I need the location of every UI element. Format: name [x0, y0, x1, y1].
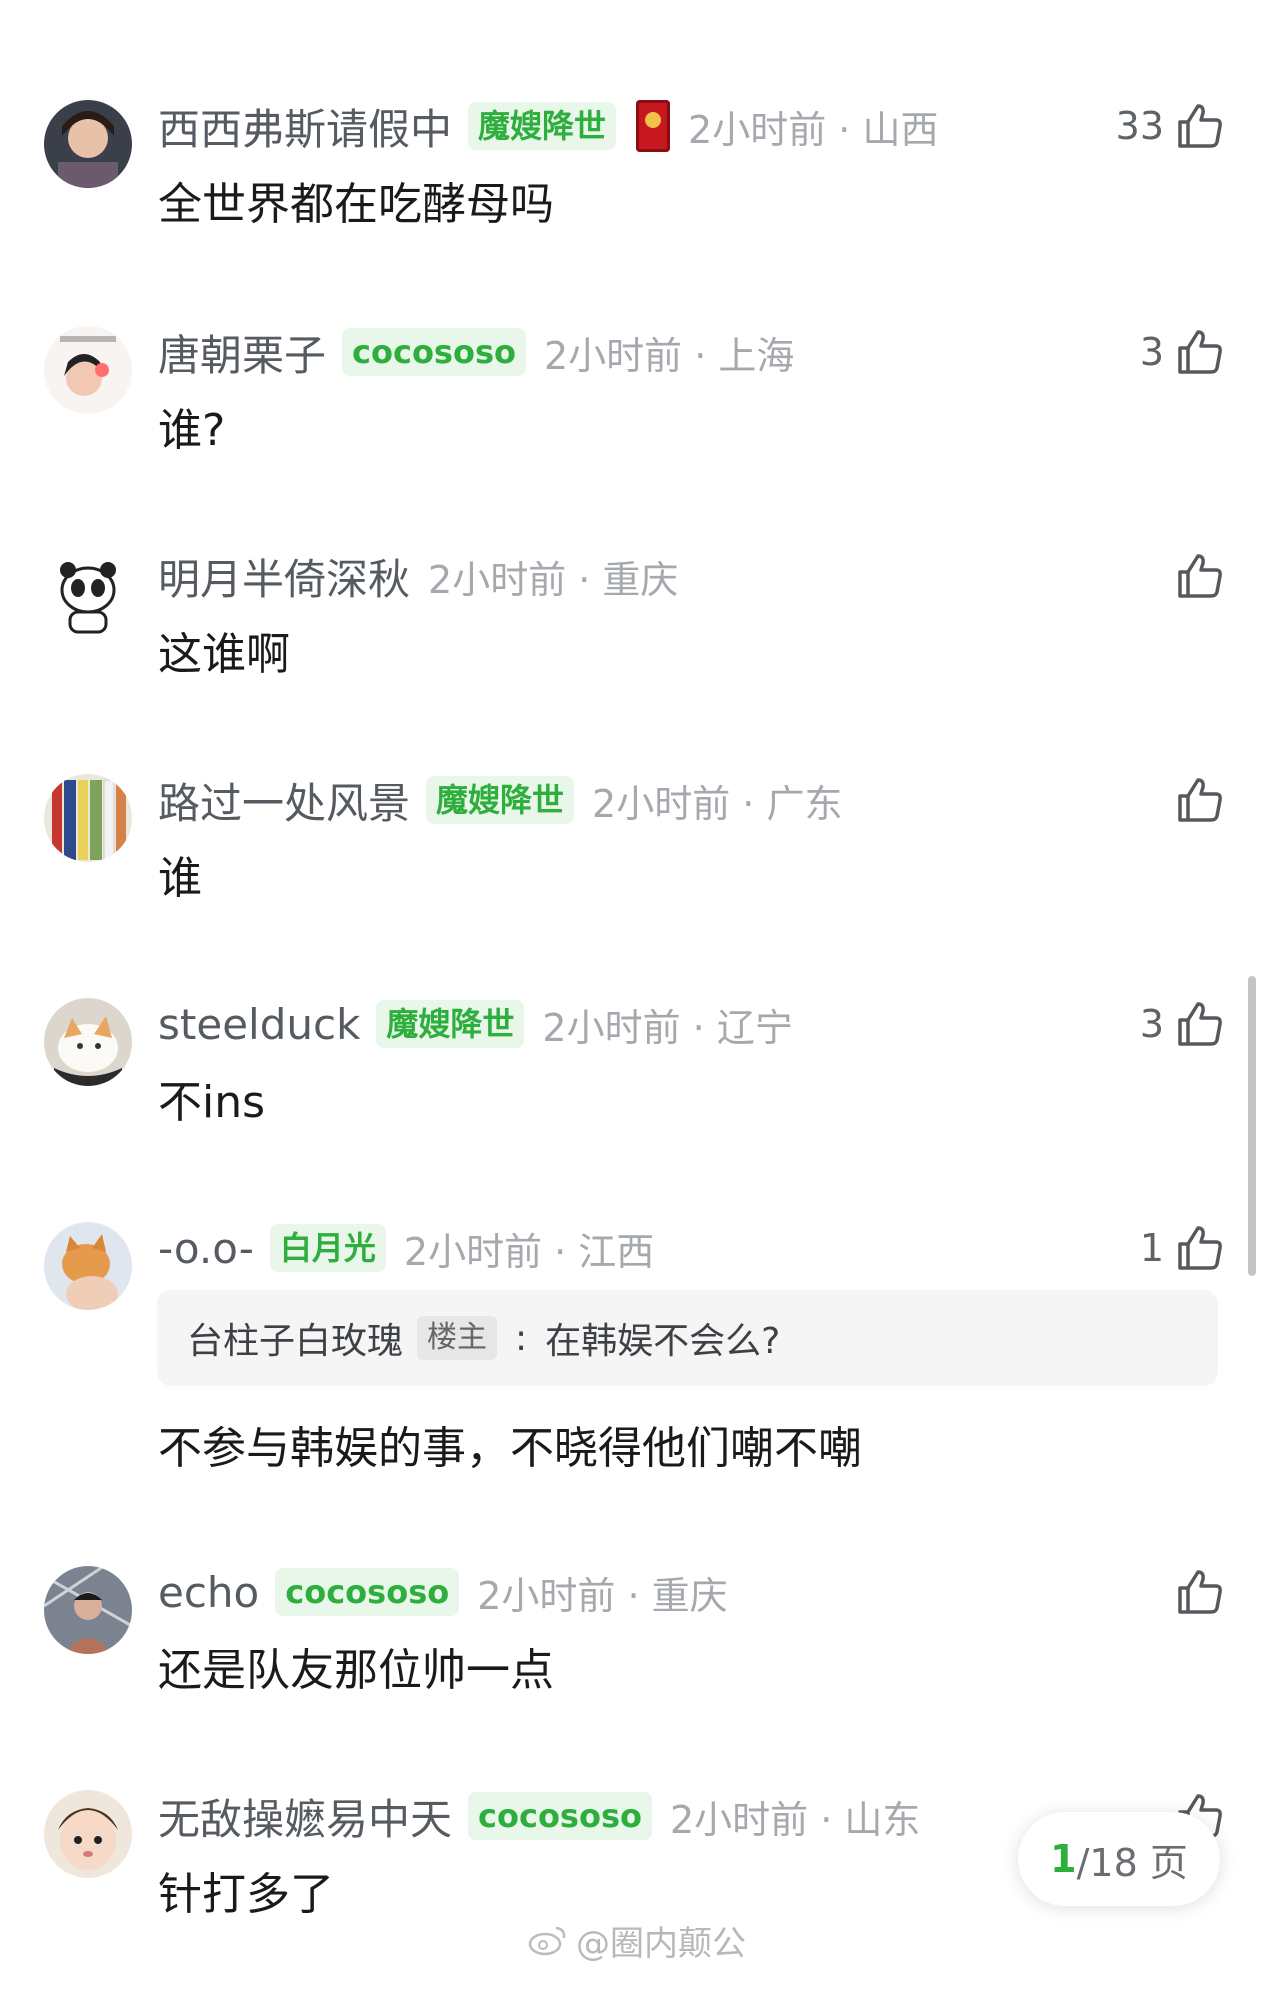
fan-badge[interactable]: cocososo: [275, 1568, 460, 1616]
comment-header: 唐朝栗子 cocososo 2小时前 · 上海: [158, 326, 795, 380]
quoted-text: 在韩娱不会么?: [545, 1321, 781, 1362]
like-count: 33: [1115, 104, 1164, 148]
fan-badge[interactable]: 魔嫂降世: [426, 776, 575, 824]
fan-badge[interactable]: cocososo: [342, 328, 526, 376]
medal-icon[interactable]: [636, 100, 671, 152]
timestamp-location: 2小时前 · 重庆: [428, 557, 679, 602]
timestamp-location: 2小时前 · 广东: [592, 781, 843, 826]
like-count: 3: [1139, 330, 1164, 374]
op-tag: 楼主: [417, 1316, 498, 1360]
comment-text: 不ins: [158, 1077, 266, 1128]
like-button[interactable]: 33: [1116, 100, 1226, 152]
like-button[interactable]: 1: [1140, 1222, 1226, 1274]
timestamp-location: 2小时前 · 江西: [403, 1229, 655, 1274]
username[interactable]: steelduck: [158, 1000, 360, 1049]
like-button[interactable]: [1164, 1566, 1226, 1618]
quoted-author[interactable]: 台柱子白玫瑰: [187, 1312, 403, 1364]
fan-badge[interactable]: 魔嫂降世: [376, 1000, 525, 1048]
page-total: /18 页: [1076, 1840, 1188, 1885]
comment-header: steelduck 魔嫂降世 2小时前 · 辽宁: [158, 998, 793, 1050]
thumbs-up-icon[interactable]: [1174, 774, 1226, 826]
comment-header: 西西弗斯请假中 魔嫂降世 2小时前 · 山西: [158, 100, 939, 154]
username[interactable]: 无敌操嬷易中天: [158, 1786, 452, 1847]
page-indicator-button[interactable]: 1 /18 页: [1018, 1812, 1220, 1906]
timestamp-location: 2小时前 · 辽宁: [542, 1005, 793, 1050]
username[interactable]: 明月半倚深秋: [158, 546, 410, 607]
comment-text: 不参与韩娱的事，不晓得他们嘲不嘲: [158, 1423, 862, 1474]
like-button[interactable]: 3: [1140, 326, 1226, 378]
thumbs-up-icon[interactable]: [1174, 1566, 1226, 1618]
avatar[interactable]: [44, 100, 132, 188]
thumbs-up-icon[interactable]: [1174, 998, 1226, 1050]
username[interactable]: -o.o-: [158, 1224, 254, 1273]
comment-header: 无敌操嬷易中天 cocososo 2小时前 · 山东: [158, 1790, 921, 1844]
timestamp-location: 2小时前 · 山西: [688, 107, 939, 152]
avatar[interactable]: [44, 774, 132, 862]
username[interactable]: 唐朝栗子: [158, 322, 326, 383]
watermark-text: @圈内颠公: [576, 1923, 746, 1964]
fan-badge[interactable]: 白月光: [269, 1224, 386, 1272]
like-count: 1: [1139, 1226, 1164, 1270]
like-button[interactable]: [1164, 774, 1226, 826]
timestamp-location: 2小时前 · 山东: [669, 1797, 921, 1842]
avatar[interactable]: [44, 550, 132, 638]
like-button[interactable]: [1164, 550, 1226, 602]
avatar[interactable]: [44, 1566, 132, 1654]
comment-text: 谁: [158, 853, 202, 904]
avatar[interactable]: [44, 1222, 132, 1310]
watermark: @圈内颠公: [528, 1912, 746, 1968]
quote-separator: :: [515, 1317, 528, 1359]
like-count: 3: [1139, 1002, 1164, 1046]
timestamp-location: 2小时前 · 重庆: [477, 1573, 728, 1618]
comment-text: 这谁啊: [158, 629, 290, 680]
fan-badge[interactable]: 魔嫂降世: [468, 102, 617, 150]
thumbs-up-icon[interactable]: [1174, 100, 1226, 152]
comment-header: -o.o- 白月光 2小时前 · 江西: [158, 1222, 654, 1274]
avatar[interactable]: [44, 1790, 132, 1878]
avatar[interactable]: [44, 326, 132, 414]
thumbs-up-icon[interactable]: [1174, 326, 1226, 378]
weibo-logo-icon: [528, 1926, 566, 1956]
comment-header: 路过一处风景 魔嫂降世 2小时前 · 广东: [158, 774, 843, 828]
username[interactable]: echo: [158, 1568, 259, 1617]
avatar[interactable]: [44, 998, 132, 1086]
like-button[interactable]: 3: [1140, 998, 1226, 1050]
thumbs-up-icon[interactable]: [1174, 1222, 1226, 1274]
comment-header: 明月半倚深秋 2小时前 · 重庆: [158, 550, 679, 604]
comment-text: 谁?: [158, 405, 226, 456]
quoted-reply[interactable]: 台柱子白玫瑰 楼主 : 在韩娱不会么?: [157, 1290, 1218, 1386]
comment-header: echo cocososo 2小时前 · 重庆: [158, 1566, 728, 1618]
current-page: 1: [1050, 1837, 1077, 1881]
fan-badge[interactable]: cocososo: [468, 1792, 652, 1840]
scrollbar[interactable]: [1248, 976, 1256, 1276]
comment-text: 还是队友那位帅一点: [158, 1645, 554, 1696]
thumbs-up-icon[interactable]: [1174, 550, 1226, 602]
comment-text: 全世界都在吃酵母吗: [158, 179, 554, 230]
timestamp-location: 2小时前 · 上海: [543, 333, 795, 378]
username[interactable]: 西西弗斯请假中: [158, 96, 452, 157]
username[interactable]: 路过一处风景: [158, 770, 410, 831]
comment-text: 针打多了: [158, 1869, 334, 1920]
